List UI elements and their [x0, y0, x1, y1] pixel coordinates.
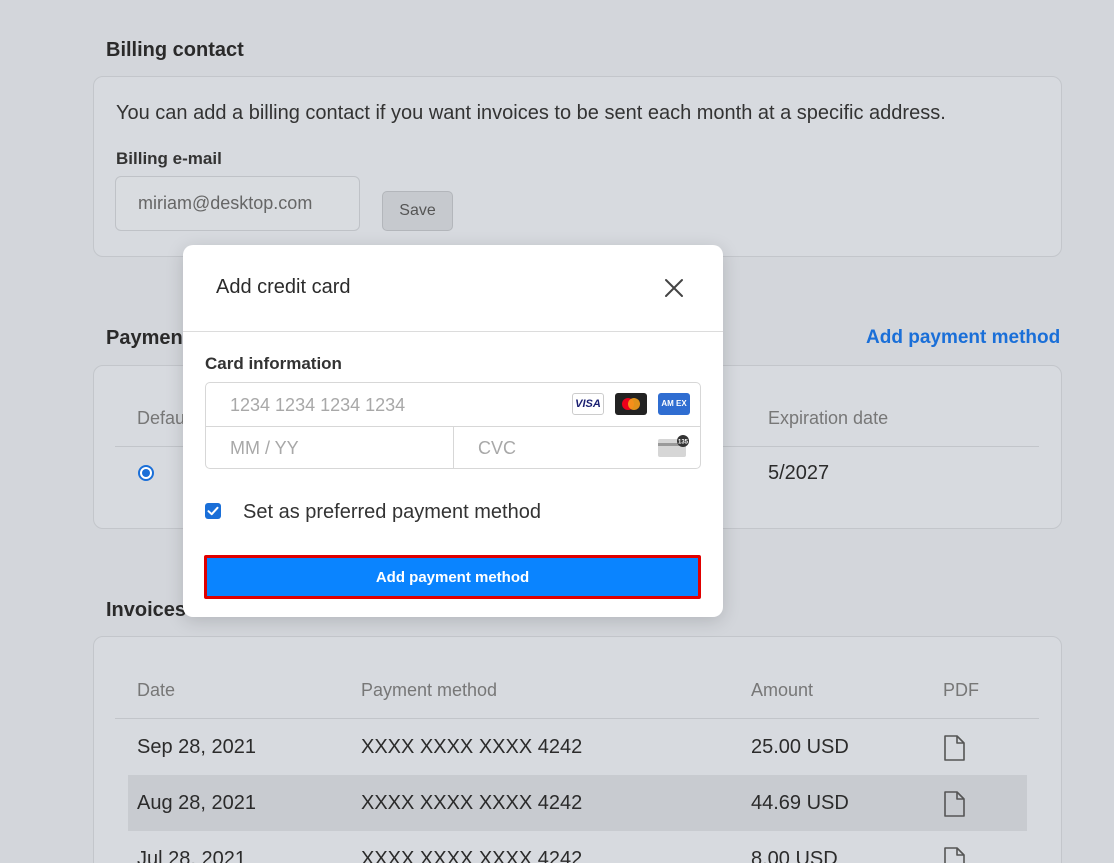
pdf-column-header: PDF — [943, 680, 979, 700]
add-payment-method-link[interactable]: Add payment method — [866, 327, 1060, 349]
expiration-column-header: Expiration date — [768, 408, 889, 428]
pdf-icon[interactable] — [943, 791, 965, 817]
billing-description: You can add a billing contact if you wan… — [116, 102, 946, 124]
pdf-icon[interactable] — [943, 735, 965, 761]
preferred-label: Set as preferred payment method — [243, 501, 541, 523]
expiration-value: 5/2027 — [768, 462, 830, 484]
visa-icon: VISA — [572, 393, 604, 415]
default-column-header: Defau — [137, 408, 186, 428]
card-column-divider — [453, 426, 454, 468]
invoice-amount: 25.00 USD — [751, 736, 849, 758]
modal-divider — [183, 331, 723, 332]
date-column-header: Date — [137, 680, 176, 700]
card-number-input[interactable] — [230, 392, 560, 418]
card-cvc-input[interactable] — [478, 435, 638, 461]
pdf-icon[interactable] — [943, 847, 965, 863]
card-expiry-input[interactable] — [230, 435, 430, 461]
invoice-payment-method: XXXX XXXX XXXX 4242 — [361, 848, 583, 863]
table-row[interactable]: Sep 28, 2021 XXXX XXXX XXXX 4242 25.00 U… — [128, 719, 1027, 775]
invoice-date: Jul 28, 2021 — [137, 848, 246, 863]
amex-icon: AM EX — [658, 393, 690, 415]
invoice-payment-method: XXXX XXXX XXXX 4242 — [361, 792, 583, 814]
modal-title: Add credit card — [216, 276, 351, 298]
add-payment-method-button[interactable]: Add payment method — [204, 555, 701, 599]
table-row[interactable]: Jul 28, 2021 XXXX XXXX XXXX 4242 8.00 US… — [128, 831, 1027, 863]
cvc-card-icon: 135 — [658, 435, 689, 457]
billing-email-label: Billing e-mail — [116, 149, 222, 168]
table-row[interactable]: Aug 28, 2021 XXXX XXXX XXXX 4242 44.69 U… — [128, 775, 1027, 831]
mastercard-icon — [615, 393, 647, 415]
payment-method-column-header: Payment method — [361, 680, 498, 700]
amount-column-header: Amount — [751, 680, 814, 700]
card-information-box: VISA AM EX 135 — [205, 382, 701, 469]
billing-email-input[interactable] — [115, 176, 360, 231]
payment-methods-title: Paymen — [106, 327, 183, 349]
close-icon[interactable] — [663, 277, 685, 299]
invoice-amount: 8.00 USD — [751, 848, 838, 863]
invoice-date: Aug 28, 2021 — [137, 792, 256, 814]
invoice-amount: 44.69 USD — [751, 792, 849, 814]
billing-contact-card: You can add a billing contact if you wan… — [93, 76, 1062, 257]
preferred-checkbox[interactable] — [205, 503, 221, 519]
save-button[interactable]: Save — [382, 191, 453, 231]
card-information-label: Card information — [205, 354, 342, 373]
cvc-badge-text: 135 — [678, 440, 689, 446]
billing-contact-title: Billing contact — [106, 39, 244, 61]
invoices-title: Invoices — [106, 599, 187, 621]
invoice-payment-method: XXXX XXXX XXXX 4242 — [361, 736, 583, 758]
default-radio[interactable] — [138, 465, 154, 481]
invoices-card: Date Payment method Amount PDF Sep 28, 2… — [93, 636, 1062, 863]
add-credit-card-modal: Add credit card Card information VISA AM… — [183, 245, 723, 617]
invoice-date: Sep 28, 2021 — [137, 736, 256, 758]
checkmark-icon — [207, 506, 219, 516]
